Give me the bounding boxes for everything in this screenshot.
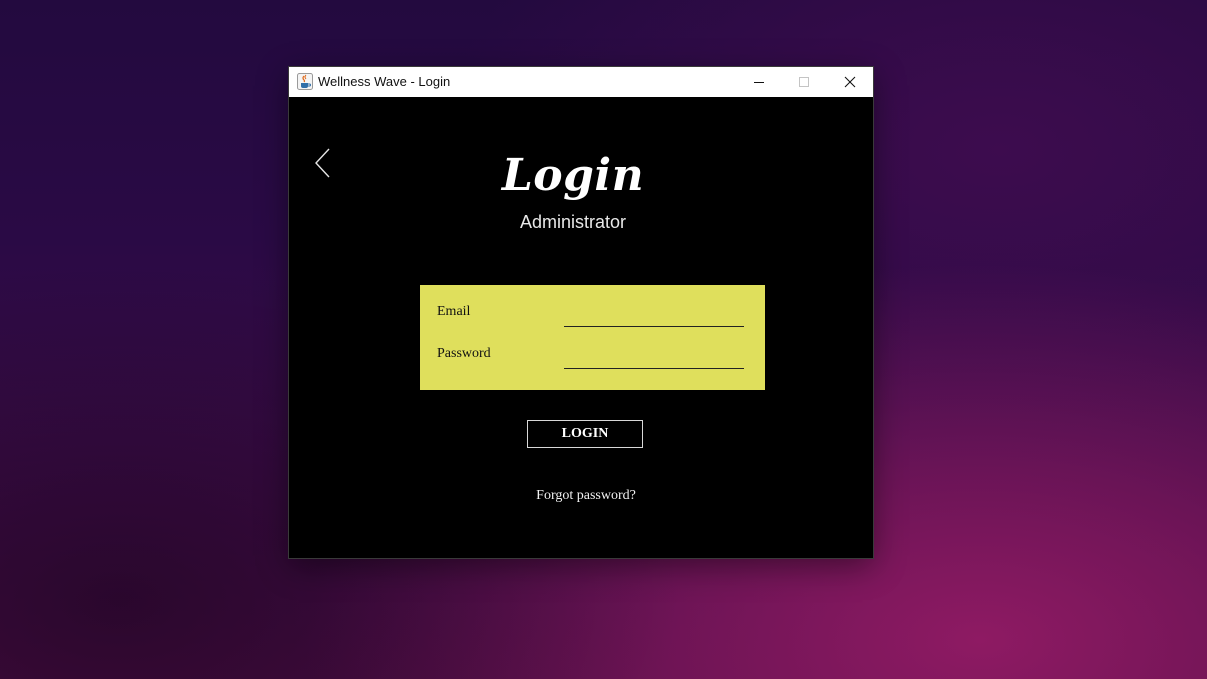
minimize-icon — [754, 82, 764, 83]
java-cup-icon — [297, 73, 313, 90]
login-window: Wellness Wave - Login Login Administrato… — [289, 67, 873, 558]
window-title: Wellness Wave - Login — [318, 74, 451, 89]
minimize-button[interactable] — [736, 67, 782, 97]
email-label: Email — [437, 304, 471, 319]
close-button[interactable] — [827, 67, 873, 97]
password-label: Password — [437, 346, 491, 361]
password-field[interactable] — [564, 348, 744, 369]
maximize-button[interactable] — [781, 67, 827, 97]
login-button[interactable]: LOGIN — [527, 420, 643, 448]
maximize-icon — [799, 77, 809, 87]
forgot-password-link[interactable]: Forgot password? — [289, 488, 883, 504]
page-title: Login — [501, 150, 645, 201]
login-form-panel: Email Password — [420, 285, 765, 390]
page-subtitle: Administrator — [519, 212, 627, 232]
window-titlebar[interactable]: Wellness Wave - Login — [289, 67, 873, 97]
email-field[interactable] — [564, 306, 744, 327]
close-icon — [844, 76, 856, 88]
